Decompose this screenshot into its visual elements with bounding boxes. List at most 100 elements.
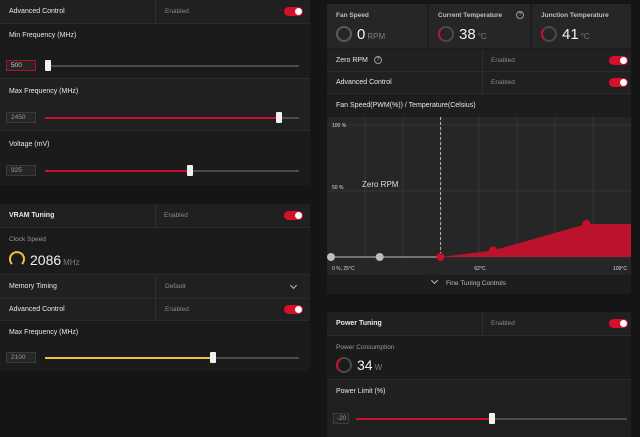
chevron-down-icon[interactable] [289,281,298,290]
power-limit-slider[interactable] [356,413,627,424]
min-frequency-thumb[interactable] [44,60,51,71]
vram-advanced-control-toggle[interactable] [284,305,303,314]
vram-max-frequency-row: Max Frequency (MHz) 2100 [0,321,310,371]
divider [482,72,483,93]
divider [482,312,483,335]
vram-max-frequency-slider[interactable] [45,352,299,363]
zero-rpm-row: Zero RPM ? Enabled [327,50,631,72]
max-frequency-slider[interactable] [45,112,299,123]
power-consumption-unit: W [374,363,383,372]
clock-speed-number: 2086 [30,252,62,268]
fan-curve-point[interactable] [436,253,445,261]
gauge-icon [437,26,454,42]
x-tick-label: 62°C [474,266,486,272]
fine-tuning-label[interactable]: Fine Tuning Controls [446,280,506,287]
power-limit-fill [356,418,492,420]
vram-max-frequency-label: Max Frequency (MHz) [9,329,79,336]
fan-curve-chart[interactable]: 100 % 50 % Zero RPM 0 %, 25°C 62°C 100°C [327,117,631,275]
clock-speed-unit: MHz [63,258,80,267]
divider [155,204,156,227]
vram-header-row: VRAM Tuning Enabled [0,204,310,228]
vram-max-frequency-fill [45,357,213,359]
fan-advanced-control-label: Advanced Control [336,79,392,86]
chevron-down-icon[interactable] [430,276,439,285]
clock-speed-row: Clock Speed 2086 MHz [0,228,310,275]
max-frequency-thumb[interactable] [275,112,282,123]
y-tick-label: 100 % [332,123,347,129]
current-temp-value: 38 °C [459,26,487,43]
fan-tuning-panel: Fan Speed 0 RPM Current Temperature ? 38 °… [327,4,631,294]
junction-temp-value: 41 °C [562,26,590,43]
fan-advanced-control-state: Enabled [491,79,515,86]
power-limit-input[interactable]: -20 [333,413,349,424]
junction-temp-card: Junction Temperature 41 °C [532,4,631,48]
current-temp-card: Current Temperature ? 38 °C [429,4,530,48]
min-frequency-label: Min Frequency (MHz) [9,32,77,39]
vram-tuning-panel: VRAM Tuning Enabled Clock Speed 2086 MHz … [0,204,310,371]
gpu-advanced-control-row: Advanced Control Enabled [0,0,310,24]
fan-curve-point[interactable] [582,220,591,228]
fan-curve-point[interactable] [489,246,498,255]
gpu-advanced-control-label: Advanced Control [9,8,65,15]
max-frequency-input[interactable]: 2450 [6,112,36,123]
power-header-row: Power Tuning Enabled [327,312,631,336]
voltage-input[interactable]: 925 [6,165,36,176]
clock-speed-value: 2086 MHz [30,252,80,268]
power-consumption-row: Power Consumption 34 W [327,336,631,380]
max-frequency-fill [45,117,279,119]
memory-timing-value[interactable]: Default [165,283,186,290]
x-tick-label: 100°C [613,266,627,272]
gauge-icon [540,26,557,42]
min-frequency-slider[interactable] [44,60,299,71]
zero-rpm-toggle[interactable] [609,56,628,65]
divider [155,299,156,320]
gpu-tuning-panel: Advanced Control Enabled Min Frequency (… [0,0,310,185]
current-temp-label: Current Temperature [438,12,503,19]
power-limit-thumb[interactable] [488,413,495,424]
vram-max-frequency-thumb[interactable] [209,352,216,363]
vram-advanced-control-state: Enabled [165,306,189,313]
vram-state: Enabled [164,212,188,219]
gauge-icon [9,251,25,265]
voltage-label: Voltage (mV) [9,141,50,148]
zero-rpm-annotation: Zero RPM [362,180,399,189]
fan-speed-unit: RPM [367,32,386,41]
vram-max-frequency-input[interactable]: 2100 [6,352,36,363]
voltage-row: Voltage (mV) 925 [0,131,310,185]
min-frequency-row: Min Frequency (MHz) 500 [0,24,310,79]
vram-advanced-control-label: Advanced Control [9,306,65,313]
x-tick-label: 0 %, 25°C [332,266,355,272]
divider [482,50,483,71]
fan-speed-card: Fan Speed 0 RPM [327,4,427,48]
clock-speed-label: Clock Speed [9,236,46,243]
y-tick-label: 50 % [332,185,344,191]
voltage-slider[interactable] [45,165,299,176]
fan-advanced-control-row: Advanced Control Enabled [327,72,631,94]
fan-advanced-control-toggle[interactable] [609,78,628,87]
voltage-thumb[interactable] [186,165,193,176]
fan-speed-label: Fan Speed [336,12,369,19]
max-frequency-label: Max Frequency (MHz) [9,88,79,95]
fan-curve-point[interactable] [375,253,384,261]
min-frequency-input[interactable]: 500 [6,60,36,71]
junction-temp-number: 41 [562,26,579,43]
fan-curve-point[interactable] [327,253,335,261]
max-frequency-row: Max Frequency (MHz) 2450 [0,79,310,131]
power-consumption-value: 34 W [357,357,382,373]
junction-temp-label: Junction Temperature [541,12,609,19]
power-limit-row: Power Limit (%) -20 [327,380,631,437]
gpu-advanced-control-toggle[interactable] [284,7,303,16]
divider [155,275,156,298]
vram-toggle[interactable] [284,211,303,220]
gpu-advanced-control-state: Enabled [165,8,189,15]
current-temp-number: 38 [459,26,476,43]
power-consumption-number: 34 [357,357,373,373]
memory-timing-row[interactable]: Memory Timing Default [0,275,310,299]
current-temp-unit: °C [477,32,487,41]
help-icon[interactable]: ? [374,56,382,64]
help-icon[interactable]: ? [516,11,524,19]
gauge-icon [336,357,352,373]
power-toggle[interactable] [609,319,628,328]
power-limit-label: Power Limit (%) [336,388,386,395]
vram-title: VRAM Tuning [9,212,55,219]
